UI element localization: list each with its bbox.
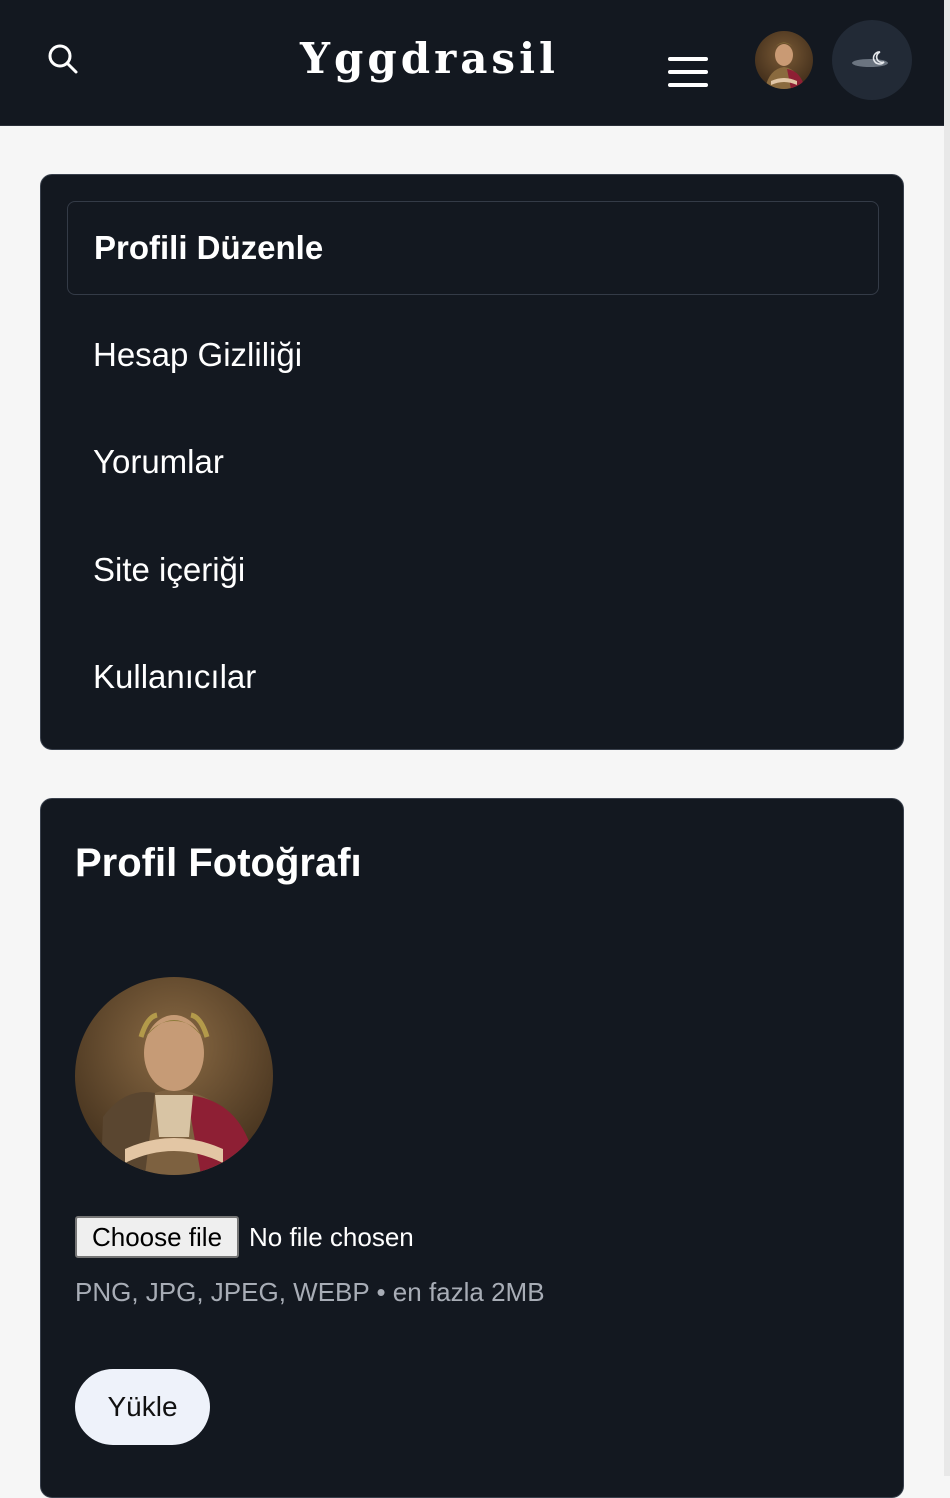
nav-item-label: Yorumlar <box>93 443 224 480</box>
nav-item-hesap-gizliligi[interactable]: Hesap Gizliliği <box>67 308 879 402</box>
profile-photo-preview <box>75 977 273 1175</box>
file-status: No file chosen <box>249 1221 414 1252</box>
search-icon <box>48 44 78 74</box>
search-button[interactable] <box>40 36 86 82</box>
file-format-hint: PNG, JPG, JPEG, WEBP • en fazla 2MB <box>75 1277 545 1307</box>
hamburger-menu-icon <box>668 57 708 61</box>
nav-item-label: Profili Düzenle <box>94 229 324 266</box>
hamburger-menu-button[interactable] <box>664 52 712 92</box>
choose-file-button[interactable]: Choose file <box>75 1216 239 1258</box>
settings-nav-card: Profili Düzenle Hesap Gizliliği Yorumlar… <box>40 174 904 750</box>
profile-photo-card: Profil Fotoğrafı Choose file No file cho… <box>40 798 904 1498</box>
nav-item-label: Hesap Gizliliği <box>93 336 303 373</box>
nav-item-site-icerigi[interactable]: Site içeriği <box>67 523 879 617</box>
nav-item-yorumlar[interactable]: Yorumlar <box>67 415 879 509</box>
upload-button[interactable]: Yükle <box>75 1369 210 1445</box>
theme-toggle-button[interactable] <box>832 20 912 100</box>
top-navbar: Yggdrasil <box>0 0 944 126</box>
section-title: Profil Fotoğrafı <box>75 841 362 885</box>
moon-icon <box>852 51 888 67</box>
avatar <box>75 977 273 1175</box>
user-avatar-button[interactable] <box>755 31 813 89</box>
nav-item-profili-duzenle[interactable]: Profili Düzenle <box>67 201 879 295</box>
nav-item-label: Site içeriği <box>93 551 246 588</box>
avatar <box>755 31 813 89</box>
nav-item-kullanicilar[interactable]: Kullanıcılar <box>67 630 879 724</box>
file-input: Choose file No file chosen <box>75 1216 414 1258</box>
page-edge <box>944 0 950 1476</box>
site-logo[interactable]: Yggdrasil <box>300 34 559 83</box>
nav-item-label: Kullanıcılar <box>93 658 257 695</box>
